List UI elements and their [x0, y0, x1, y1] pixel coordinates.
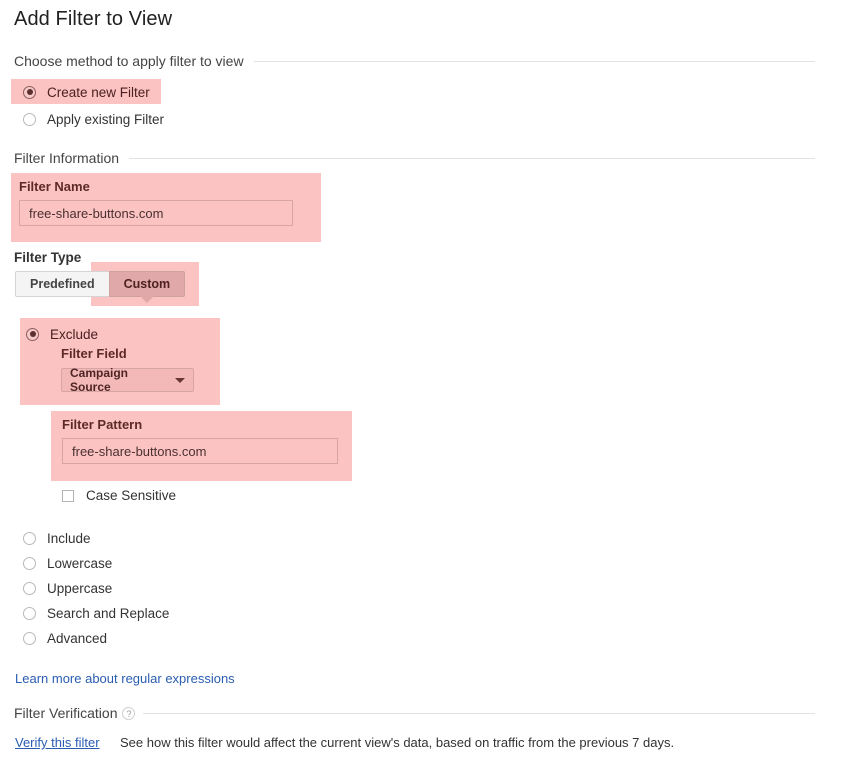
- choose-method-heading: Choose method to apply filter to view: [14, 53, 244, 69]
- section-divider: [253, 60, 815, 62]
- radio-icon-unselected[interactable]: [23, 631, 36, 645]
- radio-search-and-replace[interactable]: Search and Replace: [23, 603, 169, 623]
- chevron-down-icon: [175, 377, 185, 383]
- radio-icon-selected[interactable]: [26, 327, 39, 341]
- radio-label-lowercase: Lowercase: [47, 555, 113, 571]
- section-divider: [143, 712, 815, 714]
- question-mark-icon[interactable]: ?: [122, 706, 136, 720]
- case-sensitive-checkbox-row[interactable]: Case Sensitive: [62, 488, 176, 503]
- filter-information-section-header: Filter Information: [14, 150, 815, 166]
- radio-label-advanced: Advanced: [47, 630, 108, 646]
- radio-icon-unselected[interactable]: [23, 606, 36, 620]
- verify-this-filter-link[interactable]: Verify this filter: [15, 735, 100, 750]
- filter-information-heading: Filter Information: [14, 150, 120, 166]
- radio-icon-unselected[interactable]: [23, 531, 36, 545]
- radio-label-exclude: Exclude: [50, 326, 99, 342]
- case-sensitive-label: Case Sensitive: [86, 488, 177, 503]
- filter-name-label: Filter Name: [19, 179, 90, 194]
- radio-create-new-filter[interactable]: Create new Filter: [23, 82, 150, 102]
- filter-name-input[interactable]: [19, 200, 293, 226]
- radio-icon-selected[interactable]: [23, 85, 36, 99]
- radio-icon-unselected[interactable]: [23, 556, 36, 570]
- tab-predefined-label: Predefined: [30, 277, 95, 291]
- filter-field-label: Filter Field: [61, 346, 127, 361]
- section-divider: [129, 157, 815, 159]
- radio-uppercase[interactable]: Uppercase: [23, 578, 112, 598]
- add-filter-to-view-page: Add Filter to View Choose method to appl…: [0, 0, 855, 771]
- checkbox-icon-unchecked[interactable]: [62, 489, 74, 502]
- radio-exclude[interactable]: Exclude: [26, 324, 98, 344]
- radio-icon-unselected[interactable]: [23, 112, 36, 126]
- page-title: Add Filter to View: [14, 8, 173, 30]
- radio-icon-unselected[interactable]: [23, 581, 36, 595]
- tab-predefined[interactable]: Predefined: [15, 271, 110, 297]
- learn-more-regex-link[interactable]: Learn more about regular expressions: [15, 671, 235, 686]
- radio-label-include: Include: [47, 530, 91, 546]
- tab-selected-caret-icon: [139, 296, 154, 303]
- filter-field-selected-value: Campaign Source: [70, 366, 129, 394]
- filter-pattern-label: Filter Pattern: [62, 417, 143, 432]
- radio-label-uppercase: Uppercase: [47, 580, 113, 596]
- radio-label-search-and-replace: Search and Replace: [47, 605, 170, 621]
- tab-custom-label: Custom: [123, 277, 171, 291]
- radio-include[interactable]: Include: [23, 528, 91, 548]
- filter-pattern-input[interactable]: [62, 438, 338, 464]
- radio-lowercase[interactable]: Lowercase: [23, 553, 112, 573]
- radio-label-create-new-filter: Create new Filter: [47, 84, 150, 100]
- radio-apply-existing-filter[interactable]: Apply existing Filter: [23, 109, 164, 129]
- filter-verification-section-header: Filter Verification ?: [14, 705, 815, 721]
- choose-method-section-header: Choose method to apply filter to view: [14, 53, 815, 69]
- radio-label-apply-existing-filter: Apply existing Filter: [47, 111, 165, 127]
- filter-verification-heading: Filter Verification: [14, 705, 118, 721]
- filter-type-label: Filter Type: [14, 250, 82, 265]
- filter-field-select[interactable]: Campaign Source: [61, 366, 194, 394]
- tab-custom[interactable]: Custom: [108, 271, 186, 303]
- radio-advanced[interactable]: Advanced: [23, 628, 107, 648]
- filter-type-tabs: Predefined Custom: [15, 271, 186, 303]
- filter-verification-description: See how this filter would affect the cur…: [120, 735, 675, 750]
